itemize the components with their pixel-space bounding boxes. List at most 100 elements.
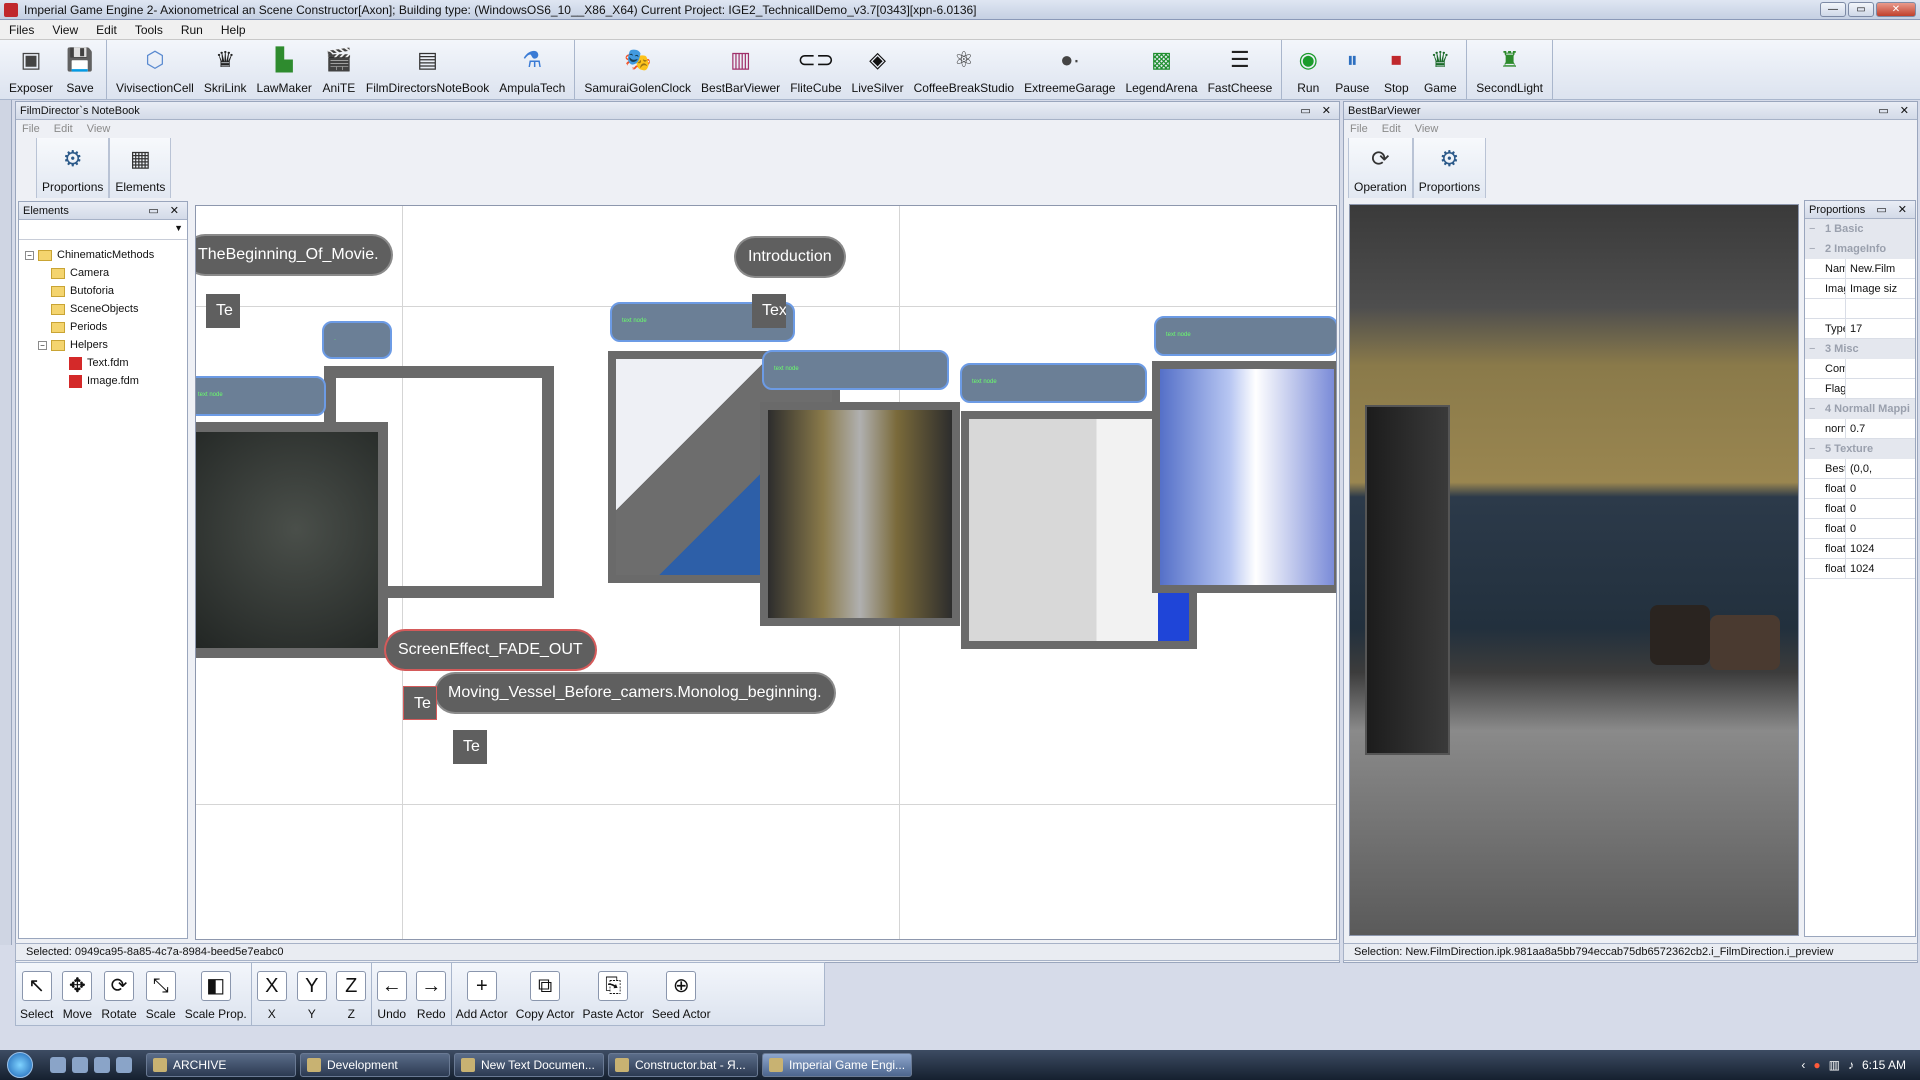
skrilink-button[interactable]: ♛ SkriLink (199, 40, 252, 99)
property-row[interactable]: BestBa(0,0, (1805, 459, 1915, 479)
notebook-proportions-button[interactable]: ⚙ Proportions (36, 138, 110, 198)
taskbar-task[interactable]: Constructor.bat - Я... (608, 1053, 758, 1077)
viewer-3d-viewport[interactable] (1349, 204, 1799, 936)
property-row[interactable]: Name:New.Film (1805, 259, 1915, 279)
bestbarviewer-button[interactable]: ▥ BestBarViewer (696, 40, 785, 99)
viewer-menu-edit[interactable]: Edit (1382, 123, 1401, 135)
bubble-fade-out[interactable]: ScreenEffect_FADE_OUT (386, 631, 595, 669)
property-value[interactable]: 1024 (1845, 539, 1874, 558)
filmdirectorsnotebook-button[interactable]: ▤ FilmDirectorsNoteBook (361, 40, 494, 99)
bubble-introduction[interactable]: Introduction (736, 238, 844, 276)
property-value[interactable]: New.Film (1845, 259, 1895, 278)
samuraigolenclock-button[interactable]: 🎭 SamuraiGolenClock (579, 40, 696, 99)
property-value[interactable]: 0.7 (1845, 419, 1865, 438)
pause-button[interactable]: ⏸ Pause (1330, 40, 1374, 99)
exposer-button[interactable]: ▣ Exposer (4, 40, 58, 99)
text-node-small[interactable]: text node (960, 363, 1147, 403)
tree-node[interactable]: − Helpers (25, 336, 187, 354)
tree-node[interactable]: Butoforia (25, 282, 187, 300)
viewer-panel-controls[interactable]: ▭ ✕ (1878, 104, 1913, 117)
save-button[interactable]: 💾 Save (58, 40, 102, 99)
image-node-tree[interactable] (196, 422, 388, 658)
te-node[interactable]: Te (206, 294, 240, 328)
property-category[interactable]: −1 Basic (1805, 219, 1915, 239)
bubble-beginning[interactable]: TheBeginning_Of_Movie. (196, 236, 391, 274)
proportions-panel-controls[interactable]: ▭ ✕ (1876, 203, 1911, 216)
run-button[interactable]: ◉ Run (1286, 40, 1330, 99)
property-row[interactable]: float_E0 (1805, 519, 1915, 539)
viewer-menu-file[interactable]: File (1350, 123, 1368, 135)
collapse-icon[interactable]: − (1809, 403, 1819, 415)
desktop-icon[interactable] (116, 1057, 132, 1073)
notebook-panel-controls[interactable]: ▭ ✕ (1300, 104, 1335, 117)
film-canvas[interactable]: · text node text node text node text nod… (195, 205, 1337, 940)
property-value[interactable]: 0 (1845, 519, 1856, 538)
property-row[interactable]: float_E1024 (1805, 539, 1915, 559)
viewer-proportions-button[interactable]: ⚙ Proportions (1412, 138, 1487, 198)
anite-button[interactable]: 🎬 AniTE (317, 40, 361, 99)
collapse-icon[interactable]: − (25, 250, 34, 260)
coffeebreakstudio-button[interactable]: ⚛ CoffeeBreakStudio (909, 40, 1020, 99)
property-row[interactable]: Type:17 (1805, 319, 1915, 339)
notebook-menu-file[interactable]: File (22, 123, 40, 135)
collapse-icon[interactable]: − (1809, 243, 1819, 255)
explorer-icon[interactable] (94, 1057, 110, 1073)
notebook-menu-edit[interactable]: Edit (54, 123, 73, 135)
elements-panel-controls[interactable]: ▭ ✕ (148, 204, 183, 217)
clock[interactable]: 6:15 AM (1862, 1058, 1906, 1072)
tree-node[interactable]: Periods (25, 318, 187, 336)
menu-edit[interactable]: Edit (87, 23, 126, 37)
viewer-menu-view[interactable]: View (1415, 123, 1439, 135)
collapse-icon[interactable]: − (38, 340, 47, 350)
undo-button[interactable]: ← Undo (372, 963, 412, 1025)
tree-node[interactable]: Camera (25, 264, 187, 282)
lawmaker-button[interactable]: ▙ LawMaker (252, 40, 317, 99)
vivisectioncell-button[interactable]: ⬡ VivisectionCell (111, 40, 199, 99)
property-value[interactable]: 17 (1845, 319, 1862, 338)
property-value[interactable]: 1024 (1845, 559, 1874, 578)
property-category[interactable]: −3 Misc (1805, 339, 1915, 359)
stop-button[interactable]: ⏹ Stop (1374, 40, 1418, 99)
z-button[interactable]: ZZ (332, 963, 372, 1025)
move-button[interactable]: ✥ Move (57, 963, 97, 1025)
property-row[interactable]: norma0.7 (1805, 419, 1915, 439)
property-category[interactable]: −5 Texture (1805, 439, 1915, 459)
property-row[interactable]: ImageImage siz (1805, 279, 1915, 299)
add-actor-button[interactable]: + Add Actor (452, 963, 512, 1025)
menu-view[interactable]: View (43, 23, 87, 37)
property-value[interactable]: (0,0, (1845, 459, 1872, 478)
maximize-button[interactable]: ▭ (1848, 2, 1874, 17)
x-button[interactable]: XX (252, 963, 292, 1025)
te-node[interactable]: Te (453, 730, 487, 764)
select-button[interactable]: ↖ Select (16, 963, 57, 1025)
menu-help[interactable]: Help (212, 23, 255, 37)
taskbar-task[interactable]: ARCHIVE (146, 1053, 296, 1077)
paste-actor-button[interactable]: ⎘ Paste Actor (579, 963, 648, 1025)
property-value[interactable] (1845, 359, 1850, 378)
menu-tools[interactable]: Tools (126, 23, 172, 37)
viewer-operation-button[interactable]: ⟳ Operation (1348, 138, 1413, 198)
collapse-icon[interactable]: − (1809, 343, 1819, 355)
volume-icon[interactable]: ♪ (1848, 1058, 1854, 1072)
notebook-elements-button[interactable]: ▦ Elements (109, 138, 172, 198)
property-value[interactable]: Image siz (1845, 279, 1897, 298)
tray-expand-icon[interactable]: ‹ (1801, 1058, 1805, 1072)
secondlight-button[interactable]: ♜ SecondLight (1471, 40, 1548, 99)
text-node-small[interactable]: text node (762, 350, 949, 390)
property-row[interactable]: float_E0 (1805, 479, 1915, 499)
bubble-monolog[interactable]: Moving_Vessel_Before_camers.Monolog_begi… (436, 674, 834, 712)
taskbar-task[interactable]: Development (300, 1053, 450, 1077)
property-row[interactable]: Comm (1805, 359, 1915, 379)
fastcheese-button[interactable]: ☰ FastCheese (1203, 40, 1278, 99)
livesilver-button[interactable]: ◈ LiveSilver (847, 40, 909, 99)
property-row[interactable]: float_E0 (1805, 499, 1915, 519)
flitecube-button[interactable]: ⊂⊃ FliteCube (785, 40, 846, 99)
collapse-icon[interactable]: − (1809, 443, 1819, 455)
text-node-small[interactable]: text node (1154, 316, 1336, 356)
ampulatech-button[interactable]: ⚗ AmpulaTech (494, 40, 570, 99)
tree-node[interactable]: Image.fdm (25, 372, 187, 390)
seed-actor-button[interactable]: ⊕ Seed Actor (648, 963, 715, 1025)
text-node-small[interactable]: · (322, 321, 392, 359)
taskbar-task[interactable]: New Text Documen... (454, 1053, 604, 1077)
network-icon[interactable]: ▥ (1829, 1058, 1840, 1072)
